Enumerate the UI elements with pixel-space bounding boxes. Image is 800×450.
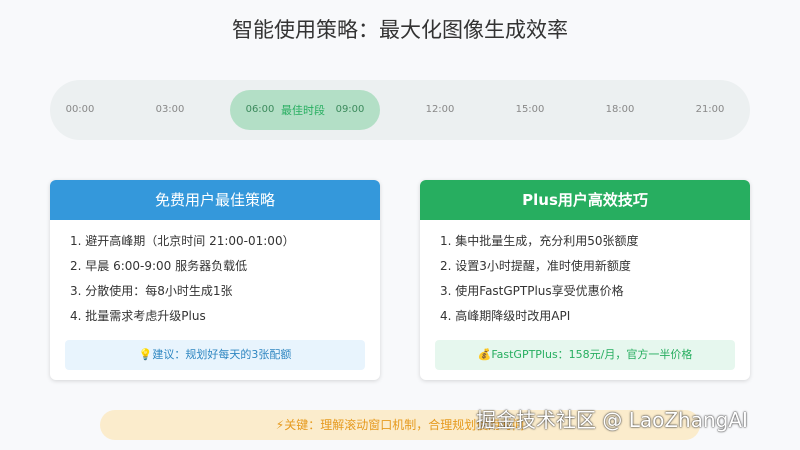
tip-box: 💡建议：规划好每天的3张配额 — [65, 340, 365, 370]
tick: 12:00 — [425, 104, 455, 115]
list-item: 1. 避开高峰期（北京时间 21:00-01:00） — [70, 234, 295, 248]
list-item: 2. 设置3小时提醒，准时使用新额度 — [440, 259, 631, 273]
money-bag-icon: 💰 — [477, 348, 492, 361]
list-item: 4. 高峰期降级时改用API — [440, 309, 571, 323]
tick: 03:00 — [155, 104, 185, 115]
tick: 18:00 — [605, 104, 635, 115]
lightning-icon: ⚡ — [275, 418, 285, 432]
list-item: 4. 批量需求考虑升级Plus — [70, 309, 206, 323]
tick: 00:00 — [65, 104, 95, 115]
lightbulb-icon: 💡 — [138, 348, 153, 361]
tip-box: 💰FastGPTPlus：158元/月，官方一半价格 — [435, 340, 735, 370]
tick: 15:00 — [515, 104, 545, 115]
best-time-label: 最佳时段 — [281, 104, 325, 117]
tick: 06:00 — [245, 104, 275, 115]
list-item: 2. 早晨 6:00-9:00 服务器负载低 — [70, 259, 248, 273]
tip-text: 建议：规划好每天的3张配额 — [152, 348, 292, 361]
card-title: Plus用户高效技巧 — [420, 180, 750, 220]
watermark: 掘金技术社区 @ LaoZhangAI — [476, 408, 748, 432]
plus-user-card: Plus用户高效技巧 1. 集中批量生成，充分利用50张额度 2. 设置3小时提… — [420, 180, 750, 380]
tip-text: FastGPTPlus：158元/月，官方一半价格 — [491, 348, 693, 361]
list-item: 1. 集中批量生成，充分利用50张额度 — [440, 234, 639, 248]
page-title: 智能使用策略：最大化图像生成效率 — [232, 18, 568, 42]
list-item: 3. 分散使用：每8小时生成1张 — [70, 284, 233, 298]
free-user-card: 免费用户最佳策略 1. 避开高峰期（北京时间 21:00-01:00） 2. 早… — [50, 180, 380, 380]
card-title: 免费用户最佳策略 — [50, 180, 380, 220]
timeline: 最佳时段 00:00 03:00 06:00 09:00 12:00 15:00… — [50, 80, 750, 140]
tick: 21:00 — [695, 104, 725, 115]
list-item: 3. 使用FastGPTPlus享受优惠价格 — [440, 284, 624, 298]
tick: 09:00 — [335, 104, 365, 115]
